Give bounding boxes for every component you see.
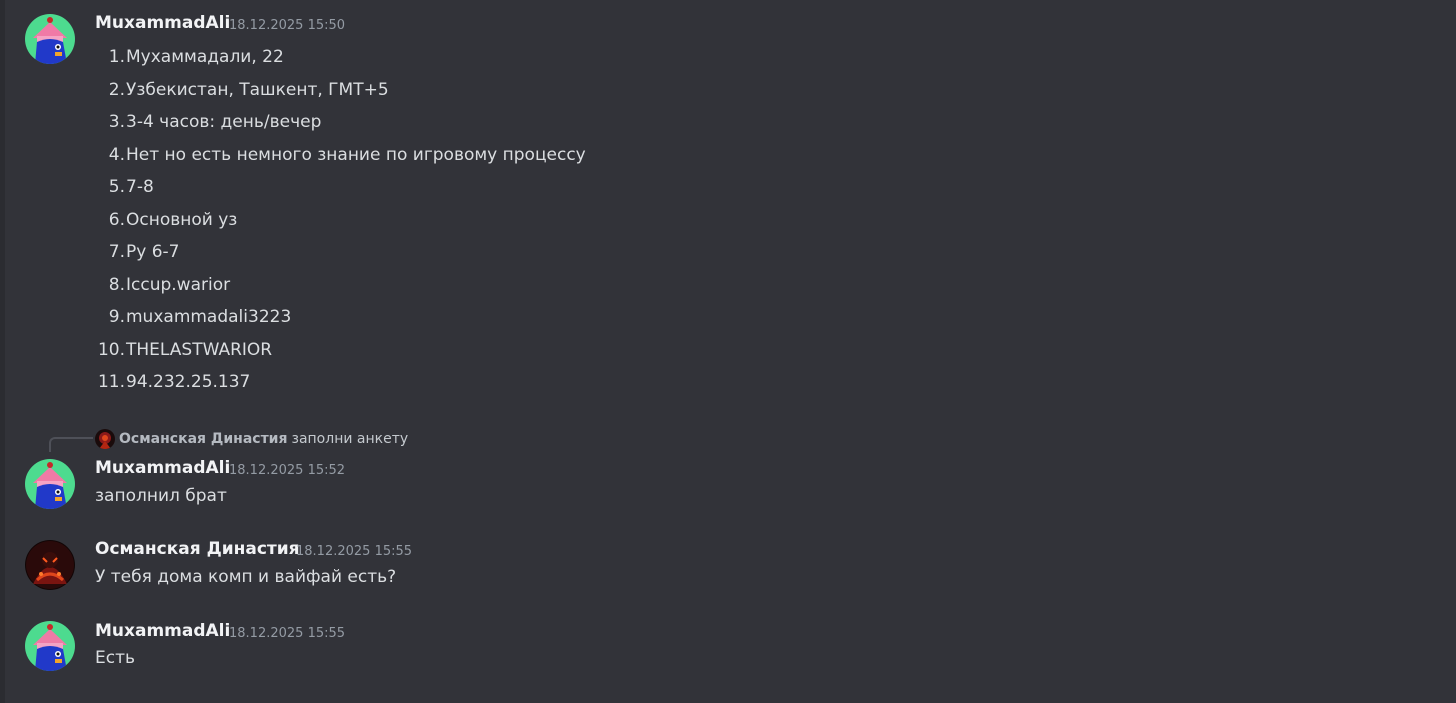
list-item-text: THELASTWARIOR [126,339,273,360]
avatar[interactable] [25,621,75,671]
reply-reference[interactable]: Османская Династия заполни анкету [95,429,409,449]
list-item-text: Основной уз [126,209,238,230]
list-item-number: 7. [108,242,125,262]
list-item-text: 94.232.25.137 [126,372,251,392]
message-timestamp[interactable]: 18.12.2025 15:55 [296,544,412,560]
list-item-number: 1. [108,47,125,67]
reply-connector [49,437,93,452]
list-item-number: 10. [97,339,125,360]
list-item: 9. muxammadali3223 [5,306,1005,328]
list-item: 8. Iccup.warior [5,274,1005,296]
dynasty-avatar-icon [95,429,115,449]
user-avatar-icon [25,621,75,671]
list-item: 2. Узбекистан, Ташкент, ГМТ+5 [5,79,1005,101]
message-author[interactable]: MuxammadAli [95,621,230,641]
message-content: заполнил брат [95,486,227,506]
chat-messages: MuxammadAli 18.12.2025 15:50 1. Мухаммада… [0,0,1456,703]
list-item-number: 3. [108,112,125,132]
avatar[interactable] [25,540,75,590]
avatar[interactable] [25,459,75,509]
message-author[interactable]: MuxammadAli [95,458,230,478]
list-item-number: 4. [108,144,125,165]
list-item-text: Ру 6-7 [126,242,180,262]
list-item-number: 8. [108,274,125,295]
list-item-text: Iccup.warior [126,274,231,295]
list-item: 10. THELASTWARIOR [5,339,1005,361]
message-author[interactable]: Османская Династия [95,539,300,559]
list-item: 11. 94.232.25.137 [5,371,1005,393]
reply-author[interactable]: Османская Династия [119,431,288,447]
message-timestamp[interactable]: 18.12.2025 15:50 [229,18,345,34]
list-item-text: muxammadali3223 [126,307,292,327]
message-timestamp[interactable]: 18.12.2025 15:55 [229,626,345,642]
list-item-number: 5. [108,177,125,197]
list-item: 4. Нет но есть немного знание по игровому… [5,144,1005,166]
message-content: У тебя дома комп и вайфай есть? [95,567,397,587]
reply-avatar [95,429,115,449]
list-item: 5. 7-8 [5,176,1005,198]
message-author[interactable]: MuxammadAli [95,13,230,33]
list-item-number: 6. [108,209,125,230]
message-content: Есть [95,648,136,668]
list-item: 1. Мухаммадали, 22 [5,46,1005,68]
list-item-number: 2. [108,79,125,100]
reply-text[interactable]: заполни анкету [292,431,409,447]
list-item-number: 11. [97,372,125,392]
list-item-text: 3-4 часов: день/вечер [126,112,322,132]
list-item: 7. Ру 6-7 [5,241,1005,263]
user-avatar-icon [25,459,75,509]
list-item-text: Мухаммадали, 22 [126,47,284,67]
list-item-text: 7-8 [126,177,154,197]
list-item: 6. Основной уз [5,209,1005,231]
list-item-text: Узбекистан, Ташкент, ГМТ+5 [126,79,389,100]
list-item: 3. 3-4 часов: день/вечер [5,111,1005,133]
list-item-number: 9. [108,307,125,327]
list-item-text: Нет но есть немного знание по игровому п… [126,144,586,165]
dynasty-avatar-icon [25,540,75,590]
message-timestamp[interactable]: 18.12.2025 15:52 [229,463,345,479]
